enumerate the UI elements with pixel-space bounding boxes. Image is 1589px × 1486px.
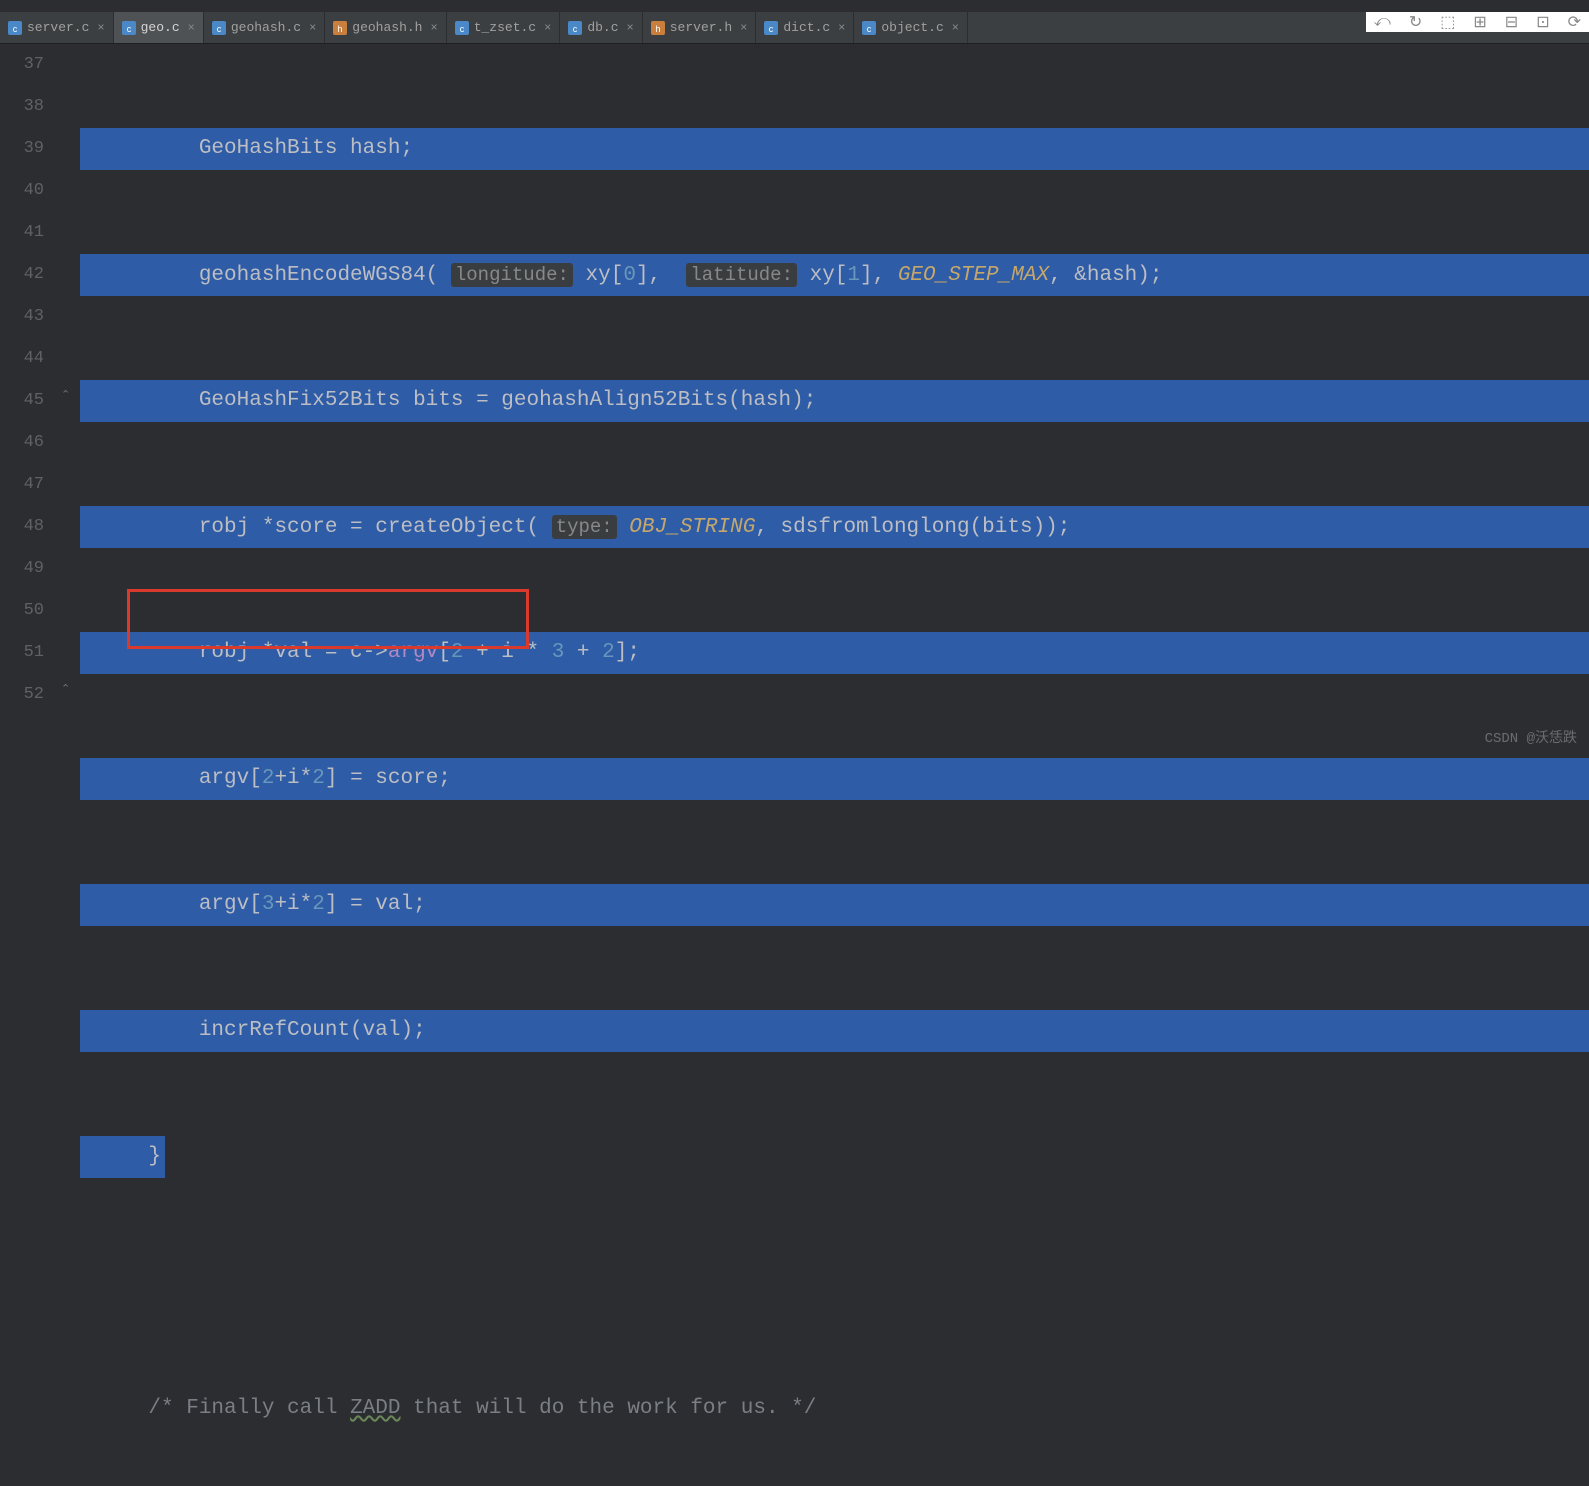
fold-end-icon[interactable]: ⌃: [61, 388, 75, 402]
h-file-icon: h: [651, 21, 665, 35]
line-gutter: 37 38 39 40 41 42 43 44 45 46 47 48 49 5…: [0, 44, 58, 743]
c-file-icon: c: [455, 21, 469, 35]
line-number: 42: [0, 254, 44, 296]
toolbar-icon[interactable]: ↻: [1409, 12, 1422, 32]
svg-text:c: c: [13, 24, 18, 34]
line-number: 39: [0, 128, 44, 170]
code-line: robj *score = createObject( type: OBJ_ST…: [80, 506, 1589, 548]
tab-server-h[interactable]: h server.h ×: [643, 12, 757, 43]
line-number: 40: [0, 170, 44, 212]
tab-object-c[interactable]: c object.c ×: [854, 12, 968, 43]
toolbar-icon[interactable]: ⊞: [1473, 12, 1486, 32]
close-icon[interactable]: ×: [544, 21, 551, 35]
code-editor[interactable]: 37 38 39 40 41 42 43 44 45 46 47 48 49 5…: [0, 44, 1589, 743]
tab-server-c[interactable]: c server.c ×: [0, 12, 114, 43]
c-file-icon: c: [568, 21, 582, 35]
tab-dict-c[interactable]: c dict.c ×: [756, 12, 854, 43]
toolbar-icon[interactable]: ⊟: [1505, 12, 1518, 32]
svg-text:c: c: [769, 24, 774, 34]
line-number: 41: [0, 212, 44, 254]
tab-label: object.c: [881, 20, 943, 35]
tab-geo-c[interactable]: c geo.c ×: [114, 12, 204, 43]
svg-text:c: c: [217, 24, 222, 34]
close-icon[interactable]: ×: [97, 21, 104, 35]
line-number: 46: [0, 422, 44, 464]
code-line: GeoHashFix52Bits bits = geohashAlign52Bi…: [80, 380, 1589, 422]
line-number: 38: [0, 86, 44, 128]
line-number: 44: [0, 338, 44, 380]
c-file-icon: c: [8, 21, 22, 35]
tab-db-c[interactable]: c db.c ×: [560, 12, 642, 43]
line-number: 37: [0, 44, 44, 86]
close-icon[interactable]: ×: [627, 21, 634, 35]
code-line: argv[2+i*2] = score;: [80, 758, 1589, 800]
close-icon[interactable]: ×: [838, 21, 845, 35]
toolbar-icon[interactable]: ⊡: [1536, 12, 1549, 32]
code-line: }: [80, 1136, 1589, 1178]
fold-end-icon[interactable]: ⌃: [61, 682, 75, 696]
toolbar-icon[interactable]: ⤺: [1374, 13, 1391, 31]
line-number: 45: [0, 380, 44, 422]
tab-label: server.h: [670, 20, 732, 35]
tab-label: dict.c: [783, 20, 830, 35]
floating-toolbar: ⤺ ↻ ⬚ ⊞ ⊟ ⊡ ⟳: [1366, 12, 1589, 32]
line-number: 43: [0, 296, 44, 338]
tab-label: geo.c: [141, 20, 180, 35]
line-number: 49: [0, 548, 44, 590]
line-number: 52: [0, 674, 44, 716]
tab-label: db.c: [587, 20, 618, 35]
line-number: 50: [0, 590, 44, 632]
c-file-icon: c: [122, 21, 136, 35]
watermark: CSDN @沃恁跌: [1485, 727, 1577, 747]
c-file-icon: c: [862, 21, 876, 35]
close-icon[interactable]: ×: [309, 21, 316, 35]
close-icon[interactable]: ×: [952, 21, 959, 35]
code-line: robj *val = c->argv[2 + i * 3 + 2];: [80, 632, 1589, 674]
code-line: incrRefCount(val);: [80, 1010, 1589, 1052]
tab-geohash-h[interactable]: h geohash.h ×: [325, 12, 446, 43]
line-number: 48: [0, 506, 44, 548]
svg-text:c: c: [126, 24, 131, 34]
svg-text:c: c: [573, 24, 578, 34]
tab-label: geohash.h: [352, 20, 422, 35]
tab-label: t_zset.c: [474, 20, 536, 35]
code-line: GeoHashBits hash;: [80, 128, 1589, 170]
toolbar-icon[interactable]: ⬚: [1440, 12, 1455, 32]
tab-geohash-c[interactable]: c geohash.c ×: [204, 12, 325, 43]
c-file-icon: c: [764, 21, 778, 35]
svg-text:h: h: [655, 24, 660, 34]
tab-label: server.c: [27, 20, 89, 35]
close-icon[interactable]: ×: [430, 21, 437, 35]
h-file-icon: h: [333, 21, 347, 35]
code-line: [80, 1262, 1589, 1304]
close-icon[interactable]: ×: [188, 21, 195, 35]
param-hint: type:: [552, 515, 617, 539]
code-line: argv[3+i*2] = val;: [80, 884, 1589, 926]
code-area[interactable]: GeoHashBits hash; geohashEncodeWGS84( lo…: [80, 44, 1589, 743]
tab-tzset-c[interactable]: c t_zset.c ×: [447, 12, 561, 43]
param-hint: latitude:: [686, 263, 797, 287]
close-icon[interactable]: ×: [740, 21, 747, 35]
code-line: /* Finally call ZADD that will do the wo…: [80, 1388, 1589, 1430]
param-hint: longitude:: [451, 263, 573, 287]
c-file-icon: c: [212, 21, 226, 35]
svg-text:c: c: [459, 24, 464, 34]
line-number: 51: [0, 632, 44, 674]
code-line: geohashEncodeWGS84( longitude: xy[0], la…: [80, 254, 1589, 296]
line-number: 47: [0, 464, 44, 506]
svg-text:h: h: [338, 24, 343, 34]
fold-column: ⌃ ⌃: [58, 44, 80, 743]
svg-text:c: c: [867, 24, 872, 34]
tab-label: geohash.c: [231, 20, 301, 35]
toolbar-icon[interactable]: ⟳: [1568, 12, 1581, 32]
editor-tabs: c server.c × c geo.c × c geohash.c × h g…: [0, 12, 1589, 44]
